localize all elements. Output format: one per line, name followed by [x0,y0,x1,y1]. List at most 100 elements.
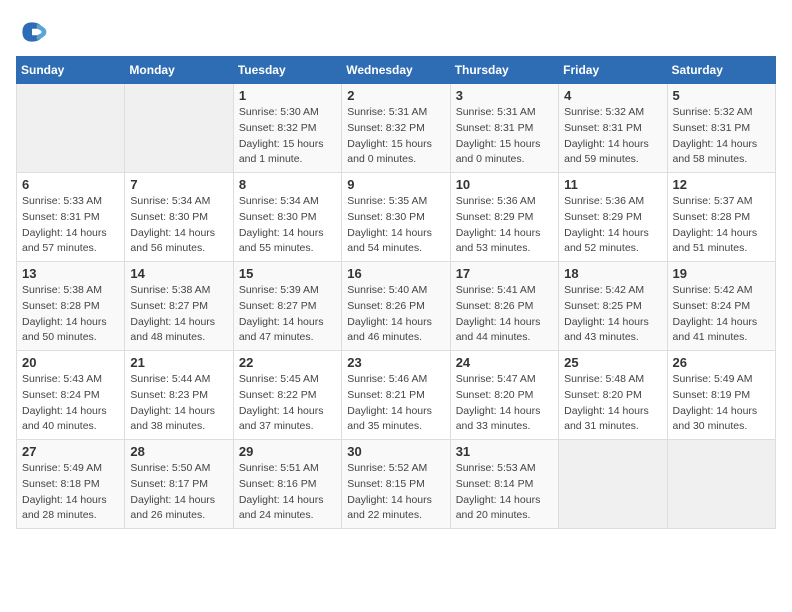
day-number: 23 [347,355,444,370]
day-info: Sunrise: 5:43 AMSunset: 8:24 PMDaylight:… [22,372,119,435]
header-cell-saturday: Saturday [667,57,775,84]
calendar-cell: 1 Sunrise: 5:30 AMSunset: 8:32 PMDayligh… [233,84,341,173]
day-info: Sunrise: 5:38 AMSunset: 8:27 PMDaylight:… [130,283,227,346]
day-number: 10 [456,177,553,192]
calendar-cell [559,440,667,529]
calendar-cell: 8 Sunrise: 5:34 AMSunset: 8:30 PMDayligh… [233,173,341,262]
day-number: 24 [456,355,553,370]
week-row-2: 6 Sunrise: 5:33 AMSunset: 8:31 PMDayligh… [17,173,776,262]
calendar-cell: 29 Sunrise: 5:51 AMSunset: 8:16 PMDaylig… [233,440,341,529]
calendar-cell: 28 Sunrise: 5:50 AMSunset: 8:17 PMDaylig… [125,440,233,529]
day-info: Sunrise: 5:48 AMSunset: 8:20 PMDaylight:… [564,372,661,435]
day-info: Sunrise: 5:41 AMSunset: 8:26 PMDaylight:… [456,283,553,346]
calendar-cell: 25 Sunrise: 5:48 AMSunset: 8:20 PMDaylig… [559,351,667,440]
day-number: 26 [673,355,770,370]
day-info: Sunrise: 5:53 AMSunset: 8:14 PMDaylight:… [456,461,553,524]
day-info: Sunrise: 5:42 AMSunset: 8:24 PMDaylight:… [673,283,770,346]
day-info: Sunrise: 5:34 AMSunset: 8:30 PMDaylight:… [130,194,227,257]
calendar-cell: 21 Sunrise: 5:44 AMSunset: 8:23 PMDaylig… [125,351,233,440]
day-number: 28 [130,444,227,459]
day-number: 8 [239,177,336,192]
day-number: 11 [564,177,661,192]
calendar-cell: 4 Sunrise: 5:32 AMSunset: 8:31 PMDayligh… [559,84,667,173]
header-cell-tuesday: Tuesday [233,57,341,84]
day-number: 14 [130,266,227,281]
day-number: 27 [22,444,119,459]
day-number: 1 [239,88,336,103]
day-info: Sunrise: 5:52 AMSunset: 8:15 PMDaylight:… [347,461,444,524]
day-info: Sunrise: 5:36 AMSunset: 8:29 PMDaylight:… [564,194,661,257]
day-info: Sunrise: 5:32 AMSunset: 8:31 PMDaylight:… [564,105,661,168]
calendar-cell: 15 Sunrise: 5:39 AMSunset: 8:27 PMDaylig… [233,262,341,351]
page-header [16,16,776,48]
day-info: Sunrise: 5:31 AMSunset: 8:31 PMDaylight:… [456,105,553,168]
day-info: Sunrise: 5:44 AMSunset: 8:23 PMDaylight:… [130,372,227,435]
day-info: Sunrise: 5:51 AMSunset: 8:16 PMDaylight:… [239,461,336,524]
header-cell-wednesday: Wednesday [342,57,450,84]
day-info: Sunrise: 5:49 AMSunset: 8:18 PMDaylight:… [22,461,119,524]
day-info: Sunrise: 5:46 AMSunset: 8:21 PMDaylight:… [347,372,444,435]
calendar-cell: 26 Sunrise: 5:49 AMSunset: 8:19 PMDaylig… [667,351,775,440]
day-number: 19 [673,266,770,281]
day-number: 7 [130,177,227,192]
day-number: 17 [456,266,553,281]
calendar-cell: 20 Sunrise: 5:43 AMSunset: 8:24 PMDaylig… [17,351,125,440]
calendar-cell: 27 Sunrise: 5:49 AMSunset: 8:18 PMDaylig… [17,440,125,529]
calendar-cell [17,84,125,173]
day-info: Sunrise: 5:36 AMSunset: 8:29 PMDaylight:… [456,194,553,257]
calendar-cell: 6 Sunrise: 5:33 AMSunset: 8:31 PMDayligh… [17,173,125,262]
day-number: 30 [347,444,444,459]
day-info: Sunrise: 5:50 AMSunset: 8:17 PMDaylight:… [130,461,227,524]
day-number: 15 [239,266,336,281]
day-info: Sunrise: 5:40 AMSunset: 8:26 PMDaylight:… [347,283,444,346]
header-cell-sunday: Sunday [17,57,125,84]
week-row-3: 13 Sunrise: 5:38 AMSunset: 8:28 PMDaylig… [17,262,776,351]
day-info: Sunrise: 5:34 AMSunset: 8:30 PMDaylight:… [239,194,336,257]
calendar-cell: 24 Sunrise: 5:47 AMSunset: 8:20 PMDaylig… [450,351,558,440]
day-info: Sunrise: 5:32 AMSunset: 8:31 PMDaylight:… [673,105,770,168]
calendar-cell: 3 Sunrise: 5:31 AMSunset: 8:31 PMDayligh… [450,84,558,173]
logo [16,16,52,48]
day-info: Sunrise: 5:47 AMSunset: 8:20 PMDaylight:… [456,372,553,435]
calendar-cell [125,84,233,173]
day-number: 22 [239,355,336,370]
day-number: 13 [22,266,119,281]
calendar-cell: 2 Sunrise: 5:31 AMSunset: 8:32 PMDayligh… [342,84,450,173]
day-number: 20 [22,355,119,370]
calendar-cell [667,440,775,529]
day-info: Sunrise: 5:38 AMSunset: 8:28 PMDaylight:… [22,283,119,346]
day-number: 18 [564,266,661,281]
calendar-cell: 18 Sunrise: 5:42 AMSunset: 8:25 PMDaylig… [559,262,667,351]
logo-icon [16,16,48,48]
calendar-table: SundayMondayTuesdayWednesdayThursdayFrid… [16,56,776,529]
header-cell-friday: Friday [559,57,667,84]
calendar-cell: 13 Sunrise: 5:38 AMSunset: 8:28 PMDaylig… [17,262,125,351]
day-info: Sunrise: 5:39 AMSunset: 8:27 PMDaylight:… [239,283,336,346]
calendar-cell: 23 Sunrise: 5:46 AMSunset: 8:21 PMDaylig… [342,351,450,440]
day-number: 3 [456,88,553,103]
calendar-cell: 12 Sunrise: 5:37 AMSunset: 8:28 PMDaylig… [667,173,775,262]
calendar-cell: 7 Sunrise: 5:34 AMSunset: 8:30 PMDayligh… [125,173,233,262]
week-row-4: 20 Sunrise: 5:43 AMSunset: 8:24 PMDaylig… [17,351,776,440]
day-number: 9 [347,177,444,192]
calendar-cell: 17 Sunrise: 5:41 AMSunset: 8:26 PMDaylig… [450,262,558,351]
calendar-cell: 19 Sunrise: 5:42 AMSunset: 8:24 PMDaylig… [667,262,775,351]
day-number: 5 [673,88,770,103]
calendar-cell: 14 Sunrise: 5:38 AMSunset: 8:27 PMDaylig… [125,262,233,351]
day-number: 2 [347,88,444,103]
day-info: Sunrise: 5:33 AMSunset: 8:31 PMDaylight:… [22,194,119,257]
calendar-cell: 5 Sunrise: 5:32 AMSunset: 8:31 PMDayligh… [667,84,775,173]
day-info: Sunrise: 5:45 AMSunset: 8:22 PMDaylight:… [239,372,336,435]
day-info: Sunrise: 5:37 AMSunset: 8:28 PMDaylight:… [673,194,770,257]
day-info: Sunrise: 5:30 AMSunset: 8:32 PMDaylight:… [239,105,336,168]
day-info: Sunrise: 5:49 AMSunset: 8:19 PMDaylight:… [673,372,770,435]
day-number: 6 [22,177,119,192]
calendar-cell: 9 Sunrise: 5:35 AMSunset: 8:30 PMDayligh… [342,173,450,262]
header-row: SundayMondayTuesdayWednesdayThursdayFrid… [17,57,776,84]
week-row-5: 27 Sunrise: 5:49 AMSunset: 8:18 PMDaylig… [17,440,776,529]
week-row-1: 1 Sunrise: 5:30 AMSunset: 8:32 PMDayligh… [17,84,776,173]
calendar-cell: 16 Sunrise: 5:40 AMSunset: 8:26 PMDaylig… [342,262,450,351]
calendar-cell: 11 Sunrise: 5:36 AMSunset: 8:29 PMDaylig… [559,173,667,262]
calendar-cell: 31 Sunrise: 5:53 AMSunset: 8:14 PMDaylig… [450,440,558,529]
day-info: Sunrise: 5:31 AMSunset: 8:32 PMDaylight:… [347,105,444,168]
